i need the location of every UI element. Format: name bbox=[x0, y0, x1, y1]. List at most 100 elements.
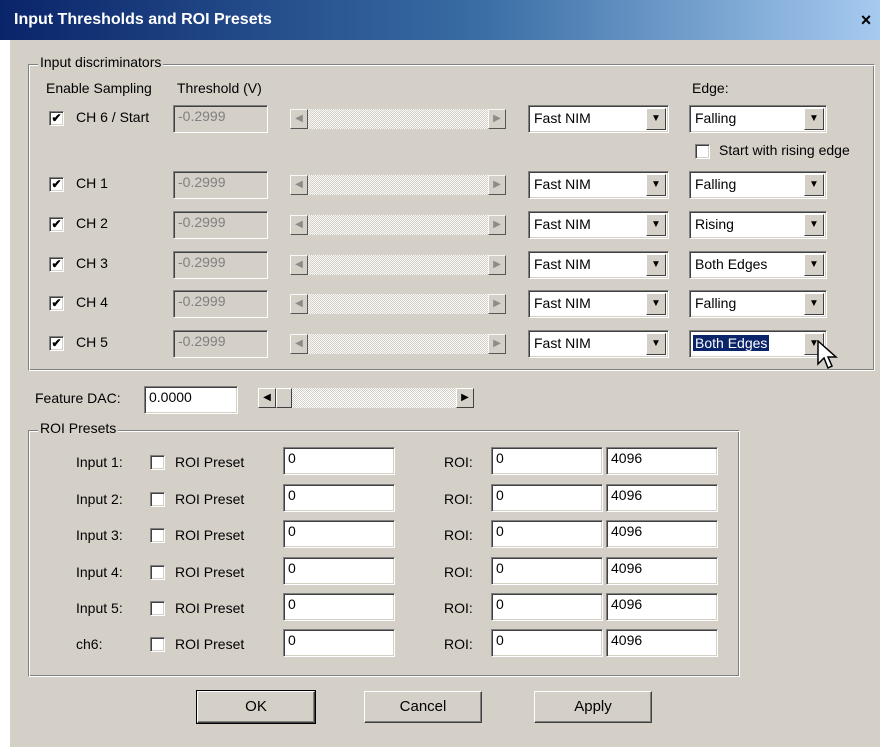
edge-select[interactable]: Both Edges ▼ bbox=[689, 330, 827, 358]
edge-value: Rising bbox=[695, 216, 734, 232]
edge-value: Both Edges bbox=[695, 256, 768, 272]
roi-preset-checkbox[interactable] bbox=[150, 455, 165, 470]
chevron-down-icon[interactable]: ▼ bbox=[646, 254, 666, 276]
scroll-left-icon[interactable]: ◀ bbox=[258, 388, 276, 408]
scroll-right-icon[interactable]: ▶ bbox=[488, 109, 506, 129]
roi-preset-checkbox[interactable] bbox=[150, 492, 165, 507]
roi-preset-checkbox[interactable] bbox=[150, 565, 165, 580]
apply-button[interactable]: Apply bbox=[534, 691, 652, 723]
roi-end-input[interactable]: 4096 bbox=[606, 520, 718, 548]
roi-label: ROI: bbox=[444, 636, 473, 652]
edge-select[interactable]: Both Edges ▼ bbox=[689, 251, 827, 279]
roi-end-input[interactable]: 4096 bbox=[606, 484, 718, 512]
chevron-down-icon[interactable]: ▼ bbox=[804, 174, 824, 196]
roi-preset-input[interactable]: 0 bbox=[283, 557, 395, 585]
signal-standard-select[interactable]: Fast NIM ▼ bbox=[528, 211, 669, 239]
scroll-right-icon[interactable]: ▶ bbox=[488, 175, 506, 195]
channel-label: CH 1 bbox=[76, 175, 108, 191]
roi-start-input[interactable]: 0 bbox=[491, 557, 603, 585]
roi-end-input[interactable]: 4096 bbox=[606, 629, 718, 657]
scroll-right-icon[interactable]: ▶ bbox=[488, 255, 506, 275]
chevron-down-icon[interactable]: ▼ bbox=[804, 214, 824, 236]
chevron-down-icon[interactable]: ▼ bbox=[804, 254, 824, 276]
threshold-input[interactable]: -0.2999 bbox=[173, 251, 268, 279]
channel-enable-checkbox[interactable]: ✔ bbox=[49, 177, 64, 192]
threshold-input[interactable]: -0.2999 bbox=[173, 105, 268, 133]
channel-enable-checkbox[interactable]: ✔ bbox=[49, 111, 64, 126]
slider-thumb[interactable] bbox=[276, 388, 292, 408]
signal-standard-select[interactable]: Fast NIM ▼ bbox=[528, 251, 669, 279]
scroll-right-icon[interactable]: ▶ bbox=[456, 388, 474, 408]
roi-start-input[interactable]: 0 bbox=[491, 447, 603, 475]
scroll-right-icon[interactable]: ▶ bbox=[488, 215, 506, 235]
threshold-slider[interactable]: ◀ ▶ bbox=[290, 294, 506, 314]
scroll-left-icon[interactable]: ◀ bbox=[290, 334, 308, 354]
close-icon[interactable]: × bbox=[856, 10, 876, 30]
chevron-down-icon[interactable]: ▼ bbox=[646, 108, 666, 130]
cancel-button[interactable]: Cancel bbox=[364, 691, 482, 723]
feature-dac-slider[interactable]: ◀ ▶ bbox=[258, 388, 474, 408]
signal-standard-select[interactable]: Fast NIM ▼ bbox=[528, 171, 669, 199]
window-title: Input Thresholds and ROI Presets bbox=[14, 11, 272, 28]
roi-end-input[interactable]: 4096 bbox=[606, 557, 718, 585]
scroll-left-icon[interactable]: ◀ bbox=[290, 215, 308, 235]
threshold-input[interactable]: -0.2999 bbox=[173, 290, 268, 318]
threshold-slider[interactable]: ◀ ▶ bbox=[290, 109, 506, 129]
rising-edge-label: Start with rising edge bbox=[719, 142, 850, 158]
scroll-left-icon[interactable]: ◀ bbox=[290, 255, 308, 275]
edge-select[interactable]: Falling ▼ bbox=[689, 171, 827, 199]
edge-select[interactable]: Falling ▼ bbox=[689, 290, 827, 318]
scroll-left-icon[interactable]: ◀ bbox=[290, 175, 308, 195]
chevron-down-icon[interactable]: ▼ bbox=[646, 293, 666, 315]
input-discriminators-title: Input discriminators bbox=[38, 54, 164, 70]
threshold-input[interactable]: -0.2999 bbox=[173, 211, 268, 239]
title-bar[interactable]: Input Thresholds and ROI Presets × bbox=[0, 0, 880, 40]
roi-start-input[interactable]: 0 bbox=[491, 520, 603, 548]
threshold-slider[interactable]: ◀ ▶ bbox=[290, 334, 506, 354]
threshold-slider[interactable]: ◀ ▶ bbox=[290, 175, 506, 195]
ok-button[interactable]: OK bbox=[196, 690, 316, 724]
chevron-down-icon[interactable]: ▼ bbox=[646, 174, 666, 196]
feature-dac-input[interactable]: 0.0000 bbox=[144, 386, 238, 414]
channel-enable-checkbox[interactable]: ✔ bbox=[49, 257, 64, 272]
signal-standard-value: Fast NIM bbox=[534, 110, 591, 126]
signal-standard-select[interactable]: Fast NIM ▼ bbox=[528, 290, 669, 318]
roi-start-input[interactable]: 0 bbox=[491, 593, 603, 621]
roi-preset-input[interactable]: 0 bbox=[283, 593, 395, 621]
roi-start-input[interactable]: 0 bbox=[491, 629, 603, 657]
roi-start-input[interactable]: 0 bbox=[491, 484, 603, 512]
channel-enable-checkbox[interactable]: ✔ bbox=[49, 336, 64, 351]
edge-select[interactable]: Falling ▼ bbox=[689, 105, 827, 133]
signal-standard-value: Fast NIM bbox=[534, 256, 591, 272]
threshold-slider[interactable]: ◀ ▶ bbox=[290, 255, 506, 275]
dialog-window: Input Thresholds and ROI Presets × Input… bbox=[0, 0, 880, 747]
roi-end-input[interactable]: 4096 bbox=[606, 593, 718, 621]
scroll-left-icon[interactable]: ◀ bbox=[290, 109, 308, 129]
channel-enable-checkbox[interactable]: ✔ bbox=[49, 217, 64, 232]
channel-label: CH 6 / Start bbox=[76, 109, 150, 125]
roi-end-input[interactable]: 4096 bbox=[606, 447, 718, 475]
signal-standard-select[interactable]: Fast NIM ▼ bbox=[528, 330, 669, 358]
roi-preset-input[interactable]: 0 bbox=[283, 447, 395, 475]
roi-preset-input[interactable]: 0 bbox=[283, 520, 395, 548]
roi-preset-checkbox[interactable] bbox=[150, 601, 165, 616]
threshold-input[interactable]: -0.2999 bbox=[173, 171, 268, 199]
signal-standard-select[interactable]: Fast NIM ▼ bbox=[528, 105, 669, 133]
scroll-left-icon[interactable]: ◀ bbox=[290, 294, 308, 314]
threshold-slider[interactable]: ◀ ▶ bbox=[290, 215, 506, 235]
chevron-down-icon[interactable]: ▼ bbox=[804, 293, 824, 315]
roi-preset-checkbox[interactable] bbox=[150, 528, 165, 543]
scroll-right-icon[interactable]: ▶ bbox=[488, 334, 506, 354]
roi-preset-input[interactable]: 0 bbox=[283, 484, 395, 512]
chevron-down-icon[interactable]: ▼ bbox=[646, 333, 666, 355]
rising-edge-checkbox[interactable] bbox=[695, 144, 710, 159]
edge-select[interactable]: Rising ▼ bbox=[689, 211, 827, 239]
roi-preset-input[interactable]: 0 bbox=[283, 629, 395, 657]
chevron-down-icon[interactable]: ▼ bbox=[646, 214, 666, 236]
chevron-down-icon[interactable]: ▼ bbox=[804, 108, 824, 130]
edge-header: Edge: bbox=[692, 80, 729, 96]
scroll-right-icon[interactable]: ▶ bbox=[488, 294, 506, 314]
roi-preset-checkbox[interactable] bbox=[150, 637, 165, 652]
channel-enable-checkbox[interactable]: ✔ bbox=[49, 296, 64, 311]
threshold-input[interactable]: -0.2999 bbox=[173, 330, 268, 358]
